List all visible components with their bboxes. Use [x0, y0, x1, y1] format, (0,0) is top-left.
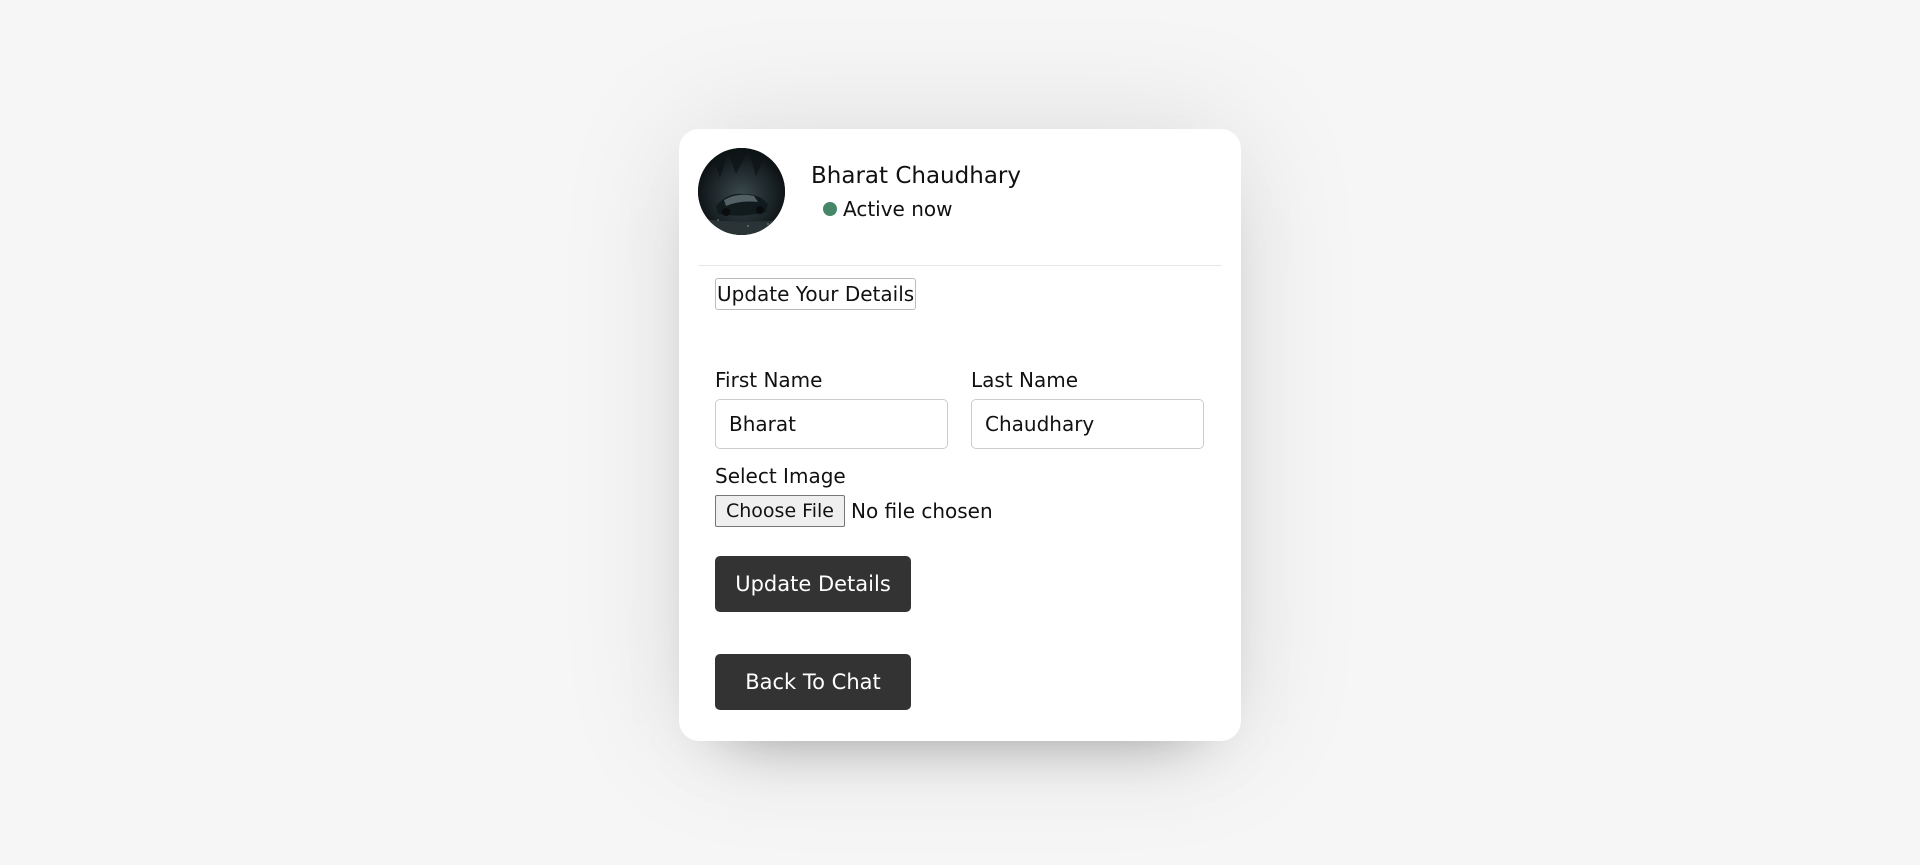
user-name: Bharat Chaudhary [811, 163, 1021, 189]
status-indicator: Active now [823, 197, 953, 221]
select-image-label: Select Image [715, 464, 846, 488]
choose-file-button[interactable]: Choose File [715, 495, 845, 527]
first-name-label: First Name [715, 368, 823, 392]
last-name-label: Last Name [971, 368, 1079, 392]
avatar-photo-icon [698, 148, 785, 235]
online-status-dot-icon [823, 202, 837, 216]
form-title: Update Your Details [715, 278, 917, 310]
file-status-text: No file chosen [850, 499, 993, 523]
profile-card: Bharat Chaudhary Active now Update Your … [679, 129, 1241, 741]
status-text: Active now [843, 197, 953, 221]
file-picker: Choose File No file chosen [715, 495, 993, 527]
back-to-chat-button[interactable]: Back To Chat [715, 654, 911, 710]
first-name-input[interactable] [715, 399, 948, 449]
profile-header: Bharat Chaudhary Active now [698, 148, 1222, 266]
avatar [698, 148, 785, 235]
update-details-button[interactable]: Update Details [715, 556, 911, 612]
last-name-input[interactable] [971, 399, 1204, 449]
